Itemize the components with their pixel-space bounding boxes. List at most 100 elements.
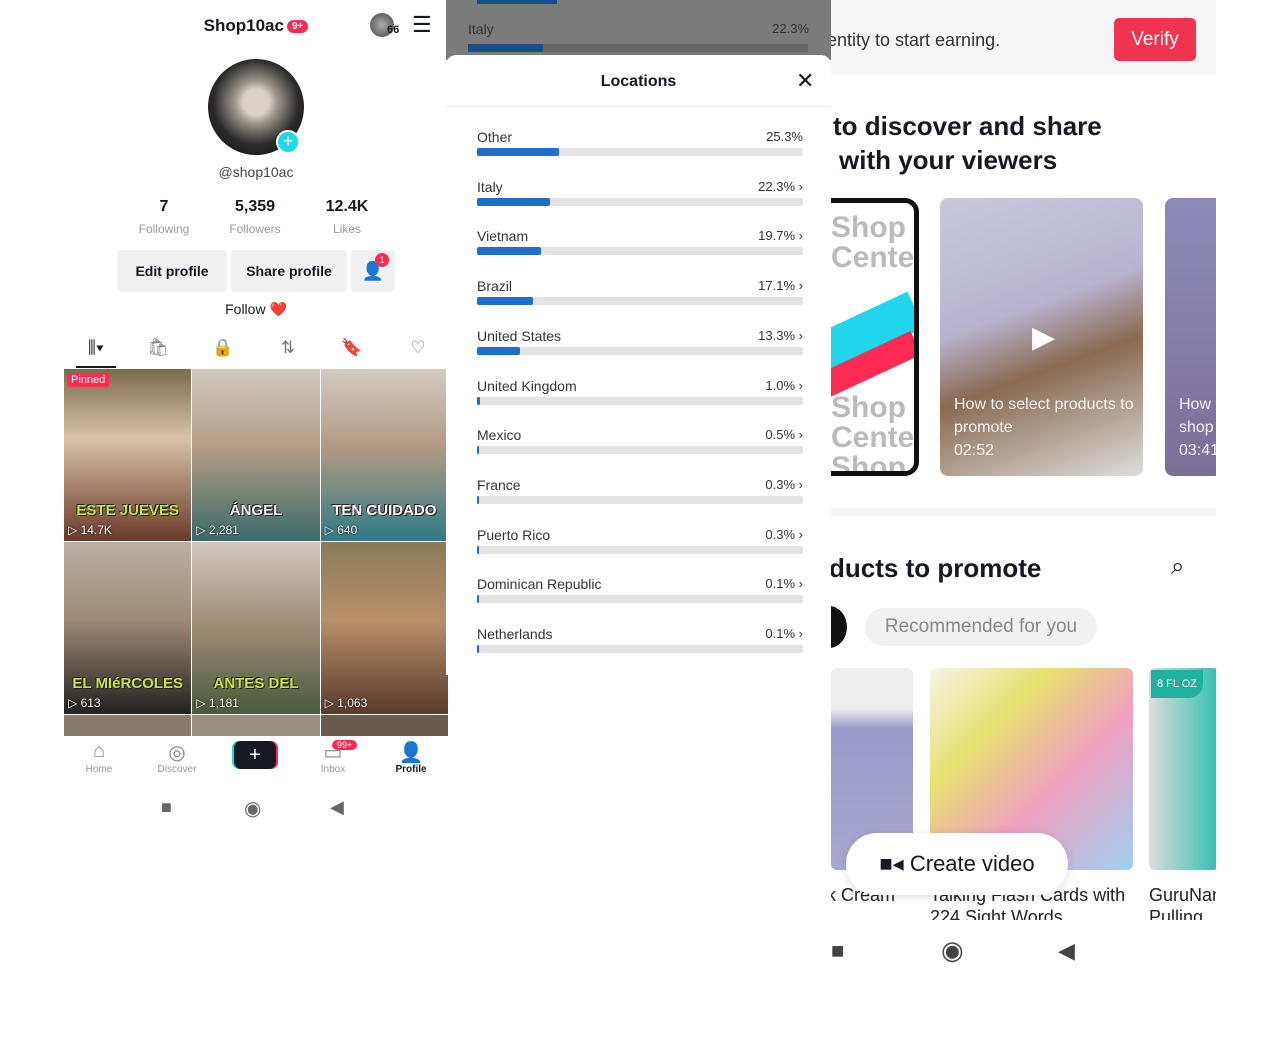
video-thumbnail[interactable]: ▷ 1,063 — [320, 542, 448, 714]
location-percent: 1.0% › — [765, 377, 803, 393]
banner-text: entity to start earning. — [831, 30, 1001, 50]
location-name: Italy — [477, 178, 503, 195]
location-name: Other — [477, 129, 513, 145]
section-heading-line2: with your viewers — [839, 145, 1058, 175]
location-row[interactable]: United Kingdom 1.0% › — [477, 378, 803, 408]
add-story-icon[interactable]: + — [276, 130, 300, 154]
nav-profile[interactable]: 👤 Profile — [376, 740, 446, 775]
nav-home[interactable]: ⌂ Home — [64, 740, 134, 775]
inbox-badge: 99+ — [332, 740, 358, 750]
video-thumbnail[interactable] — [64, 715, 192, 736]
location-row[interactable]: Italy 22.3% › — [477, 179, 803, 209]
video-card[interactable]: How shop 03:41 — [1165, 198, 1216, 476]
tab-favorites[interactable]: 🔖 — [332, 338, 372, 358]
heart-icon: ♡ — [410, 338, 426, 357]
dimmed-background: Italy 22.3% — [446, 0, 831, 60]
tab-shop[interactable]: 🛍 — [138, 338, 178, 358]
create-video-button[interactable]: ■◂ Create video — [846, 833, 1068, 895]
recents-icon[interactable]: ■ — [161, 797, 172, 818]
behind-location: Italy — [468, 21, 494, 37]
chevron-right-icon: › — [798, 278, 803, 294]
location-name: Mexico — [477, 427, 522, 444]
location-bar-track — [477, 545, 803, 554]
filter-chip-selected[interactable] — [831, 606, 847, 648]
recents-icon[interactable]: ■ — [831, 938, 844, 964]
location-bar-track — [477, 148, 803, 156]
location-row[interactable]: Brazil 17.1% › — [477, 278, 803, 308]
share-profile-button[interactable]: Share profile — [231, 250, 347, 292]
stat-likes[interactable]: 12.4K Likes — [302, 198, 392, 236]
search-icon[interactable]: ⌕ — [1171, 553, 1184, 581]
view-count: ▷ 640 — [324, 523, 358, 537]
video-card[interactable]: ▶ How to select products to promote 02:52 — [940, 198, 1143, 476]
product-badge: 8 FL OZ — [1151, 670, 1203, 698]
location-row[interactable]: Vietnam 19.7% › — [477, 228, 803, 258]
section-heading: to discover and share — [833, 111, 1102, 141]
filter-chip-recommended[interactable]: Recommended for you — [865, 608, 1097, 646]
home-button-icon[interactable]: ◉ — [941, 935, 964, 966]
location-bar-fill — [477, 396, 481, 405]
location-row[interactable]: Dominican Republic 0.1% › — [477, 576, 803, 606]
bio-text: Follow ❤️ — [225, 301, 287, 317]
product-image[interactable]: 8 FL OZ — [1149, 668, 1216, 870]
video-thumbnail[interactable]: TEN CUIDADO ▷ 640 — [320, 369, 448, 541]
nav-discover[interactable]: ◎ Discover — [142, 740, 212, 775]
tab-liked[interactable]: ♡ — [398, 338, 438, 358]
location-row[interactable]: United States 13.3% › — [477, 328, 803, 358]
video-thumbnail[interactable]: EL MIéRCOLES ▷ 613 — [64, 542, 192, 714]
video-thumbnail[interactable]: ANTES DEL ▷ 1,181 — [192, 542, 320, 714]
lock-icon: 🔒 — [212, 338, 234, 357]
close-icon[interactable]: ✕ — [796, 68, 814, 94]
location-name: United Kingdom — [477, 377, 577, 394]
location-percent: 17.1% › — [758, 278, 803, 294]
add-friend-badge: 1 — [375, 253, 389, 267]
chevron-right-icon: › — [798, 377, 803, 393]
back-icon[interactable]: ◀ — [330, 797, 344, 818]
location-percent: 0.1% › — [765, 626, 803, 641]
chevron-right-icon: › — [798, 526, 803, 542]
location-name: Vietnam — [477, 228, 529, 245]
location-name: Brazil — [477, 278, 513, 295]
video-thumbnail[interactable]: Pinned ESTE JUEVES ▷ 14.7K — [64, 369, 192, 541]
back-icon[interactable]: ◀ — [1058, 938, 1075, 964]
video-camera-icon: ■◂ — [879, 851, 904, 876]
location-name: Puerto Rico — [477, 526, 551, 543]
video-card[interactable]: Shop Center Shop Center Shop — [831, 198, 919, 476]
repost-icon: ⇅ — [280, 338, 296, 357]
tab-private[interactable]: 🔒 — [203, 338, 243, 358]
video-thumbnail[interactable] — [192, 715, 320, 736]
location-percent: 0.3% › — [765, 476, 803, 492]
behind-track — [468, 44, 808, 52]
story-count: 66 — [387, 24, 400, 36]
tab-videos[interactable]: ⫼▾ — [76, 338, 116, 368]
location-bar-track — [477, 645, 803, 653]
video-thumbnail[interactable] — [320, 715, 448, 736]
location-row[interactable]: Other 25.3% — [477, 129, 803, 159]
tab-reposts[interactable]: ⇅ — [268, 338, 308, 358]
verify-button[interactable]: Verify — [1114, 18, 1196, 61]
location-row[interactable]: France 0.3% › — [477, 477, 803, 507]
video-grid: Pinned ESTE JUEVES ▷ 14.7K ÁNGEL ▷ 2,281 TE… — [64, 369, 448, 736]
product-name[interactable]: GuruNanak Pulling — [1149, 884, 1216, 920]
person-icon: 👤 — [398, 742, 424, 764]
home-icon: ⌂ — [92, 740, 106, 762]
stat-followers[interactable]: 5,359 Followers — [210, 198, 300, 236]
location-row[interactable]: Netherlands 0.1% › — [477, 626, 803, 656]
video-thumbnail[interactable]: ÁNGEL ▷ 2,281 — [192, 369, 320, 541]
location-percent: 13.3% › — [758, 327, 803, 343]
location-bar-fill — [477, 297, 533, 306]
create-button[interactable]: + — [234, 741, 276, 769]
menu-icon[interactable]: ☰ — [412, 12, 432, 38]
location-row[interactable]: Puerto Rico 0.3% › — [477, 527, 803, 557]
location-bar-track — [477, 197, 803, 206]
products-heading: ducts to promote — [831, 553, 1042, 583]
section-divider — [831, 508, 1216, 516]
stat-following[interactable]: 7 Following — [119, 198, 209, 236]
location-row[interactable]: Mexico 0.5% › — [477, 427, 803, 457]
location-bar-track — [477, 446, 803, 455]
location-name: United States — [477, 327, 562, 344]
home-button-icon[interactable]: ◉ — [244, 796, 261, 821]
location-bar-track — [477, 396, 803, 405]
shop-screen: entity to start earning. Verify to disco… — [831, 0, 1216, 1038]
edit-profile-button[interactable]: Edit profile — [117, 250, 227, 292]
